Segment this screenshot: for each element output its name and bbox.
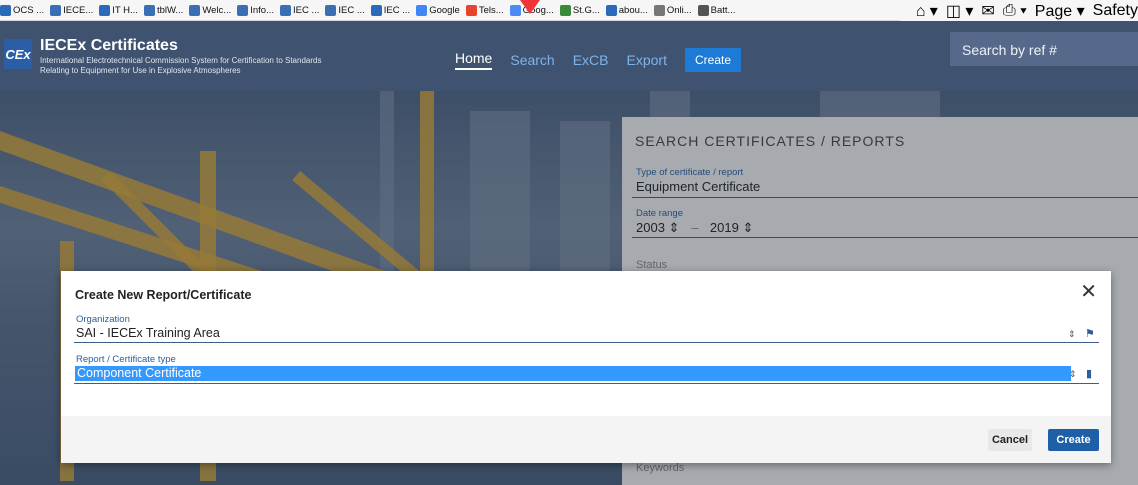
favicon-icon bbox=[697, 4, 709, 16]
report-type-underline bbox=[74, 383, 1099, 384]
favicon-icon bbox=[370, 4, 382, 16]
mail-icon[interactable]: ✉ bbox=[981, 1, 994, 21]
favicon-icon bbox=[279, 4, 291, 16]
favorite-link[interactable]: IEC ... bbox=[370, 4, 410, 16]
favicon-icon bbox=[465, 4, 477, 16]
favorite-link[interactable]: IEC ... bbox=[279, 4, 319, 16]
print-icon[interactable]: ⎙ ▾ bbox=[1003, 2, 1027, 20]
favorite-link[interactable]: Tels... bbox=[465, 4, 504, 16]
favicon-icon bbox=[189, 4, 201, 16]
close-icon[interactable]: ✕ bbox=[1080, 282, 1097, 302]
home-icon[interactable]: ⌂ ▾ bbox=[916, 1, 938, 21]
nav-export[interactable]: Export bbox=[627, 52, 667, 68]
nav-home[interactable]: Home bbox=[455, 50, 493, 70]
browser-toolbar-right: ⌂ ▾ ◫ ▾ ✉ ⎙ ▾ Page ▾ Safety bbox=[899, 0, 1138, 21]
favorite-link[interactable]: Welc... bbox=[189, 4, 231, 16]
favorite-link[interactable]: IT H... bbox=[99, 4, 138, 16]
modal-footer: Cancel Create bbox=[61, 416, 1111, 463]
favicon-icon bbox=[559, 4, 571, 16]
report-type-select[interactable]: Component Certificate bbox=[75, 366, 1071, 381]
nav-excb[interactable]: ExCB bbox=[573, 52, 609, 68]
favorite-link[interactable]: Info... bbox=[237, 4, 274, 16]
organization-label: Organization bbox=[76, 314, 130, 325]
favicon-icon bbox=[237, 4, 249, 16]
nav-search[interactable]: Search bbox=[510, 52, 554, 68]
favorite-link[interactable]: Google bbox=[416, 4, 460, 16]
favicon-icon bbox=[50, 4, 62, 16]
cancel-button[interactable]: Cancel bbox=[988, 429, 1032, 451]
page-menu[interactable]: Page ▾ bbox=[1035, 1, 1085, 21]
modal-title: Create New Report/Certificate bbox=[75, 288, 252, 302]
favorite-link[interactable]: Onli... bbox=[653, 4, 692, 16]
iecex-logo[interactable]: CEx bbox=[4, 39, 32, 69]
favicon-icon bbox=[416, 4, 428, 16]
document-icon[interactable]: ▮ bbox=[1086, 367, 1092, 380]
favorite-link[interactable]: IECE... bbox=[50, 4, 93, 16]
nav-create-button[interactable]: Create bbox=[684, 48, 742, 72]
site-header: CEx IECEx Certificates International Ele… bbox=[0, 21, 1138, 91]
favorite-link[interactable]: IEC ... bbox=[325, 4, 365, 16]
favicon-icon bbox=[653, 4, 665, 16]
report-type-arrows-icon[interactable]: ⇕ bbox=[1069, 369, 1077, 380]
organization-arrows-icon[interactable]: ⇕ bbox=[1068, 329, 1076, 340]
favicon-icon bbox=[143, 4, 155, 16]
favicon-icon bbox=[325, 4, 337, 16]
site-subtitle: International Electrotechnical Commissio… bbox=[40, 56, 322, 75]
favorite-link[interactable]: Batt... bbox=[697, 4, 735, 16]
favicon-icon bbox=[509, 4, 521, 16]
safety-menu[interactable]: Safety bbox=[1093, 2, 1138, 20]
create-report-modal: Create New Report/Certificate ✕ Organiza… bbox=[61, 271, 1111, 463]
favicon-icon bbox=[605, 4, 617, 16]
favorite-link[interactable]: abou... bbox=[605, 4, 648, 16]
organization-underline bbox=[74, 342, 1099, 343]
report-type-label: Report / Certificate type bbox=[76, 354, 176, 365]
rss-icon[interactable]: ◫ ▾ bbox=[946, 1, 974, 21]
organization-select[interactable]: SAI - IECEx Training Area bbox=[76, 326, 1100, 340]
flag-icon[interactable]: ⚑ bbox=[1085, 327, 1095, 340]
favicon-icon bbox=[99, 4, 111, 16]
favorite-link[interactable]: tblW... bbox=[143, 4, 183, 16]
red-marker-icon bbox=[520, 0, 540, 14]
favorite-link[interactable]: OCS ... bbox=[0, 4, 44, 16]
create-button[interactable]: Create bbox=[1048, 429, 1099, 451]
favicon-icon bbox=[0, 4, 11, 16]
site-title: IECEx Certificates bbox=[40, 37, 178, 54]
main-nav: Home Search ExCB Export Create bbox=[455, 48, 759, 72]
favorite-link[interactable]: St.G... bbox=[559, 4, 600, 16]
search-by-ref-input[interactable]: Search by ref # bbox=[950, 32, 1138, 66]
